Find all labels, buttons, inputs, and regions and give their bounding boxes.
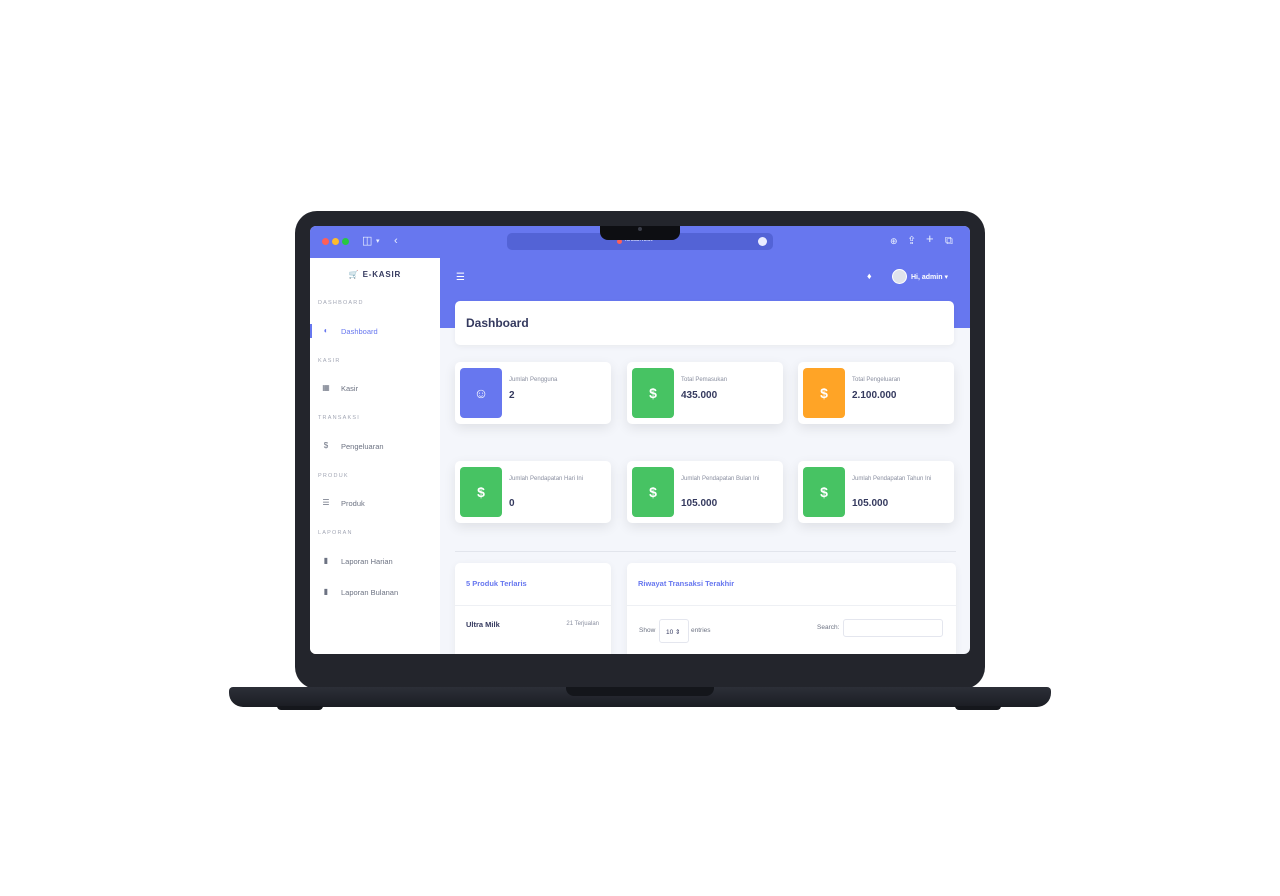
menu-header-transaksi: TRANSAKSI (318, 415, 360, 421)
sidebar-item-label: Pengeluaran (341, 442, 384, 451)
sidebar-toggle-icon[interactable]: ◫ (362, 234, 372, 248)
stat-label: Jumlah Pendapatan Tahun Ini (852, 476, 932, 482)
menu-header-kasir: KASIR (318, 358, 341, 364)
card-title: 5 Produk Terlaris (466, 579, 527, 588)
cart-icon: 🛒 (348, 270, 360, 279)
dollar-icon: $ (323, 441, 329, 450)
section-divider (455, 551, 956, 552)
laptop-foot-left (277, 706, 323, 710)
stat-label: Jumlah Pengguna (509, 377, 558, 383)
back-icon[interactable]: ‹ (394, 234, 398, 248)
dollar-icon: $ (460, 467, 502, 517)
sidebar-item-label: Laporan Bulanan (341, 588, 399, 597)
sidebar: 🛒 E-KASIR DASHBOARD ◐ Dashboard KASIR ▦ K… (310, 258, 440, 654)
dollar-icon: $ (803, 467, 845, 517)
product-name: Ultra Milk (466, 620, 500, 629)
entries-value: 10 (666, 629, 674, 636)
stat-label: Total Pemasukan (681, 377, 728, 383)
sidebar-item-produk[interactable]: ☰ Produk (310, 493, 440, 513)
transaction-history-card: Riwayat Transaksi Terakhir Show 10 ⇕ ent… (627, 563, 956, 654)
stat-card-income-today: $ Jumlah Pendapatan Hari Ini 0 (455, 461, 611, 523)
laptop-base-groove (566, 687, 714, 696)
user-greeting: Hi, admin (911, 274, 943, 281)
tabs-overview-icon[interactable]: ⧉ (945, 234, 953, 248)
stat-label: Jumlah Pendapatan Hari Ini (509, 476, 584, 482)
user-icon: ☺ (460, 368, 502, 418)
reload-icon[interactable] (758, 237, 767, 246)
entries-select[interactable]: 10 ⇕ (659, 619, 689, 643)
dashboard-icon: ◐ (323, 326, 329, 335)
brand-logo[interactable]: 🛒 E-KASIR (310, 270, 440, 279)
file-icon: ▮ (323, 556, 329, 565)
entries-label: entries (691, 627, 711, 634)
bell-icon[interactable]: ♦ (867, 271, 872, 281)
stat-label: Jumlah Pendapatan Bulan Ini (681, 476, 760, 482)
search-label: Search: (817, 624, 840, 631)
camera-icon (638, 227, 642, 231)
sidebar-item-label: Kasir (341, 384, 359, 393)
menu-header-dashboard: DASHBOARD (318, 300, 364, 306)
stat-card-income-month: $ Jumlah Pendapatan Bulan Ini 105.000 (627, 461, 783, 523)
sidebar-item-label: Produk (341, 499, 365, 508)
sidebar-item-laporan-harian[interactable]: ▮ Laporan Harian (310, 551, 440, 571)
search-input[interactable] (843, 619, 943, 637)
card-title: Riwayat Transaksi Terakhir (638, 579, 735, 588)
laptop-lid: ◫ ▾ ‹ localhost ⊕ ⇪ + ⧉ 🛒E-KASIR DASHBOA… (295, 211, 985, 689)
dollar-icon: $ (632, 368, 674, 418)
download-icon[interactable]: ⊕ (890, 234, 898, 248)
section-header: Dashboard (455, 301, 954, 345)
screen-bezel: ◫ ▾ ‹ localhost ⊕ ⇪ + ⧉ 🛒E-KASIR DASHBOA… (310, 226, 970, 654)
dollar-icon: $ (803, 368, 845, 418)
menu-header-laporan: LAPORAN (318, 530, 353, 536)
sidebar-item-dashboard[interactable]: ◐ Dashboard (310, 321, 440, 341)
stat-value: 105.000 (852, 498, 889, 509)
close-window-button[interactable] (322, 238, 329, 245)
list-icon: ☰ (322, 498, 330, 507)
card-divider (627, 605, 956, 606)
chevron-updown-icon: ⇕ (675, 629, 681, 636)
stat-value: 2.100.000 (852, 390, 897, 401)
stat-card-income: $ Total Pemasukan 435.000 (627, 362, 783, 424)
screen: ◫ ▾ ‹ localhost ⊕ ⇪ + ⧉ 🛒E-KASIR DASHBOA… (310, 226, 970, 654)
brand-name: E-KASIR (362, 270, 402, 279)
dollar-icon: $ (632, 467, 674, 517)
sidebar-item-pengeluaran[interactable]: $ Pengeluaran (310, 436, 440, 456)
sidebar-item-kasir[interactable]: ▦ Kasir (310, 378, 440, 398)
stat-value: 2 (509, 390, 515, 401)
share-icon[interactable]: ⇪ (907, 234, 916, 248)
chevron-down-icon[interactable]: ▾ (376, 235, 380, 249)
card-divider (455, 605, 611, 606)
stat-value: 0 (509, 498, 515, 509)
sidebar-item-label: Laporan Harian (341, 557, 393, 566)
menu-toggle-icon[interactable]: ☰ (456, 272, 465, 283)
menu-header-produk: PRODUK (318, 473, 349, 479)
stat-card-income-year: $ Jumlah Pendapatan Tahun Ini 105.000 (798, 461, 954, 523)
file-icon: ▮ (323, 587, 329, 596)
show-label: Show (639, 627, 656, 634)
top-products-card: 5 Produk Terlaris Ultra Milk 21 Terjuala… (455, 563, 611, 654)
user-menu[interactable]: Hi, admin ▾ (911, 273, 948, 281)
avatar[interactable] (892, 269, 907, 284)
stat-value: 435.000 (681, 390, 718, 401)
chevron-down-icon: ▾ (944, 274, 948, 281)
sidebar-item-laporan-bulanan[interactable]: ▮ Laporan Bulanan (310, 582, 440, 602)
maximize-window-button[interactable] (342, 238, 349, 245)
stat-label: Total Pengeluaran (852, 377, 901, 383)
stat-card-users: ☺ Jumlah Pengguna 2 (455, 362, 611, 424)
laptop-base (229, 687, 1051, 707)
new-tab-icon[interactable]: + (926, 232, 934, 246)
stat-value: 105.000 (681, 498, 718, 509)
sidebar-item-label: Dashboard (341, 327, 378, 336)
register-icon: ▦ (322, 383, 330, 392)
product-sales-count: 21 Terjualan (566, 621, 599, 627)
page-title: Dashboard (466, 316, 529, 330)
laptop-foot-right (955, 706, 1001, 710)
minimize-window-button[interactable] (332, 238, 339, 245)
stat-card-expense: $ Total Pengeluaran 2.100.000 (798, 362, 954, 424)
